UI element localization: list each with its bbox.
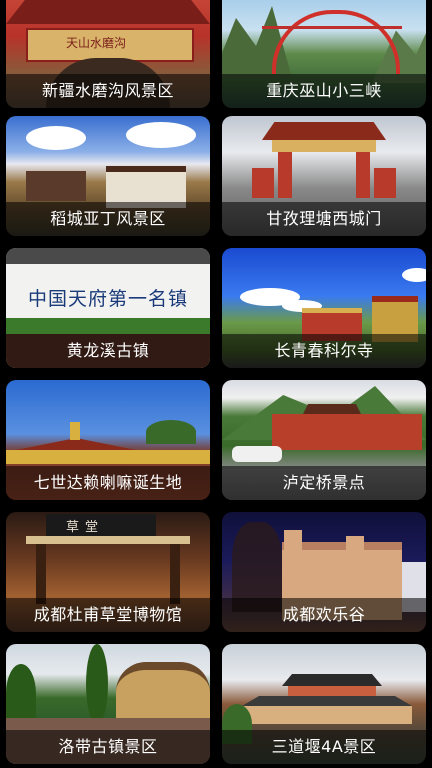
scenic-card-xinjiang-shuimogou[interactable]: 天山水磨沟 新疆水磨沟风景区 [6,0,210,108]
scenic-card-title: 泸定桥景点 [222,466,426,500]
scenic-card-luodai-ancient-town[interactable]: 洛带古镇景区 [6,644,210,764]
scenic-card-title: 稻城亚丁风景区 [6,202,210,236]
scenic-card-chengdu-happy-valley[interactable]: 成都欢乐谷 [222,512,426,632]
scenic-card-sandaoyan-4a[interactable]: 三道堰4A景区 [222,644,426,764]
scenic-card-luding-bridge[interactable]: 泸定桥景点 [222,380,426,500]
wall-inscription: 中国天府第一名镇 [27,288,188,310]
hall-banner-text: 草堂 [66,520,105,535]
scenic-card-title: 成都杜甫草堂博物馆 [6,598,210,632]
scenic-card-du-fu-thatched-cottage[interactable]: 草堂 成都杜甫草堂博物馆 [6,512,210,632]
scenic-card-seventh-dalai-lama-birthplace[interactable]: 七世达赖喇嘛诞生地 [6,380,210,500]
scenic-spot-grid: 天山水磨沟 新疆水磨沟风景区 重庆巫山小三峡 稻城亚丁风景区 甘孜理塘西城门 中… [0,0,432,768]
scenic-card-title: 三道堰4A景区 [222,730,426,764]
scenic-card-title: 长青春科尔寺 [222,334,426,368]
scenic-card-ganzi-litang[interactable]: 甘孜理塘西城门 [222,116,426,236]
scenic-card-title: 黄龙溪古镇 [6,334,210,368]
gate-sign-text: 天山水磨沟 [66,36,127,50]
scenic-card-huanglongxi[interactable]: 中国天府第一名镇 黄龙溪古镇 [6,248,210,368]
scenic-card-title: 新疆水磨沟风景区 [6,74,210,108]
scenic-card-title: 七世达赖喇嘛诞生地 [6,466,210,500]
scenic-card-chongqing-wushan[interactable]: 重庆巫山小三峡 [222,0,426,108]
scenic-card-title: 洛带古镇景区 [6,730,210,764]
scenic-card-title: 甘孜理塘西城门 [222,202,426,236]
scenic-card-changqingchunke[interactable]: 长青春科尔寺 [222,248,426,368]
scenic-card-daocheng-yading[interactable]: 稻城亚丁风景区 [6,116,210,236]
scenic-card-title: 成都欢乐谷 [222,598,426,632]
scenic-card-title: 重庆巫山小三峡 [222,74,426,108]
